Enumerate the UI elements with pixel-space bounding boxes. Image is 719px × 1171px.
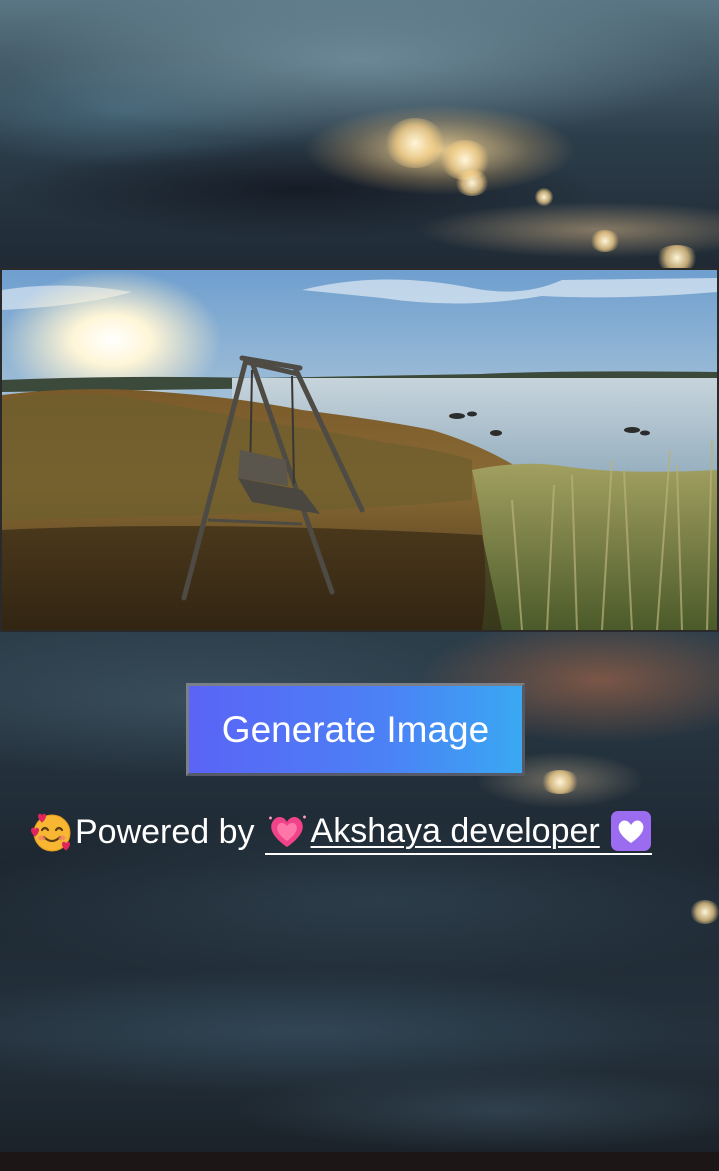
lakeside-swing-photo [2, 270, 717, 630]
bottom-bar [0, 1152, 719, 1171]
sun-glint [385, 118, 445, 168]
white-heart-icon [610, 810, 652, 852]
powered-by-line: Powered by Akshaya developer [30, 808, 710, 856]
sun-glint [690, 900, 719, 924]
smiling-face-with-hearts-icon [30, 810, 74, 854]
sun-glint [590, 230, 620, 252]
sun-glint [455, 170, 489, 196]
sun-glint [535, 188, 553, 206]
developer-link[interactable]: Akshaya developer [264, 809, 652, 855]
growing-heart-icon [265, 809, 309, 853]
developer-link-text[interactable]: Akshaya developer [309, 809, 610, 853]
generate-image-button[interactable]: Generate Image [186, 683, 525, 776]
sun-glint [540, 770, 580, 794]
powered-by-text: Powered by [75, 812, 255, 851]
generated-image [0, 268, 719, 632]
